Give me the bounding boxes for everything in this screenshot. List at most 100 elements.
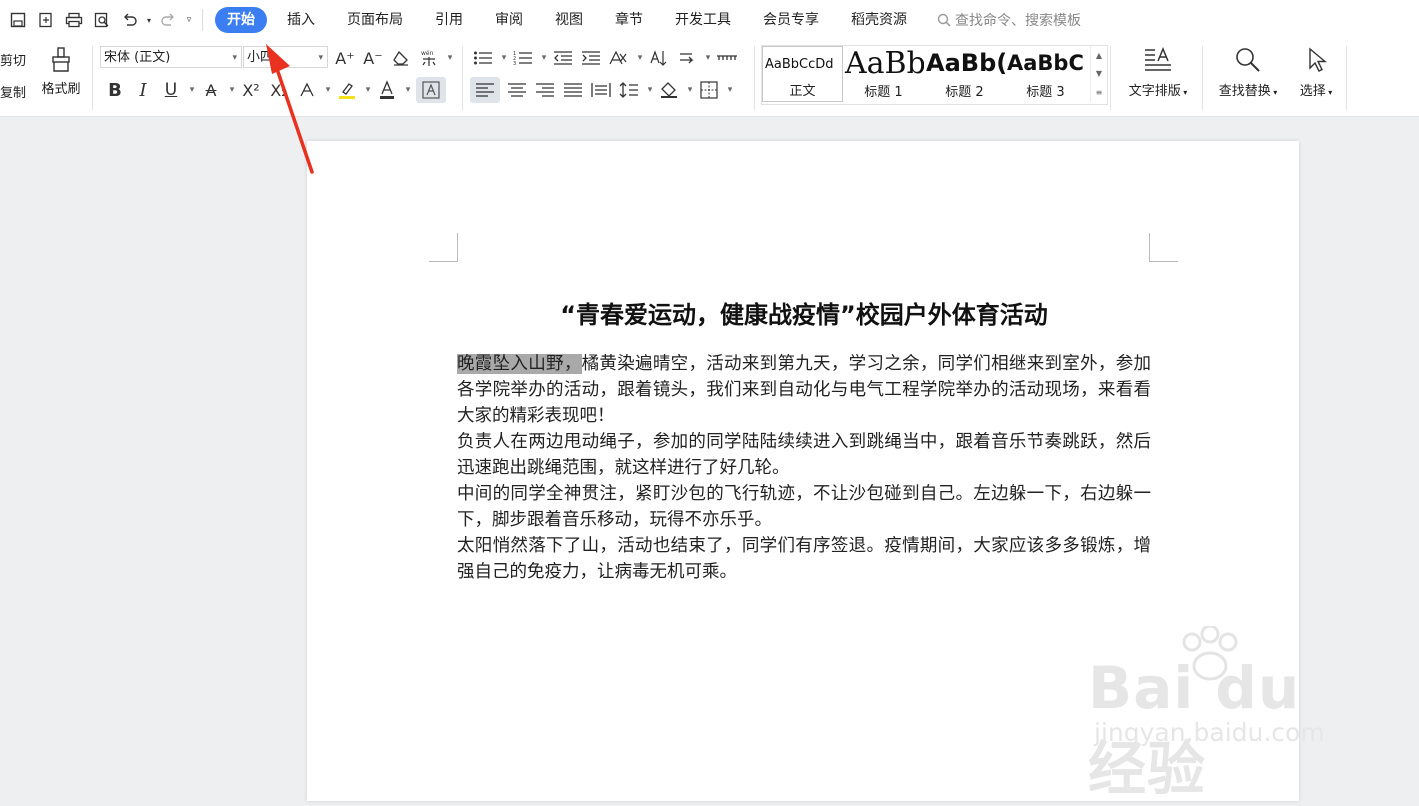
- print-icon[interactable]: [60, 6, 88, 34]
- font-color-icon[interactable]: [376, 77, 398, 103]
- select-label: 选择: [1299, 84, 1326, 99]
- tab-member[interactable]: 会员专享: [747, 7, 835, 33]
- style-heading-2[interactable]: AaBb( 标题 2: [924, 46, 1005, 102]
- tab-references[interactable]: 引用: [419, 7, 479, 33]
- style-preview: AaBb(: [926, 49, 1005, 77]
- cursor-arrow-icon: [1292, 46, 1340, 80]
- style-normal[interactable]: AaBbCcDd 正文: [762, 46, 843, 102]
- tab-developer[interactable]: 开发工具: [659, 7, 747, 33]
- chevron-down-icon[interactable]: ▾: [636, 45, 644, 71]
- chevron-down-icon: ▾: [232, 53, 237, 63]
- search-icon: [937, 13, 951, 27]
- tab-page-layout[interactable]: 页面布局: [331, 7, 419, 33]
- font-family-select[interactable]: 宋体 (正文) ▾: [100, 46, 242, 68]
- chevron-down-icon[interactable]: ▾: [500, 45, 508, 71]
- chevron-up-icon[interactable]: ▲: [1096, 51, 1102, 60]
- borders-icon[interactable]: [698, 77, 720, 103]
- document-body[interactable]: 晚霞坠入山野，橘黄染遍晴空，活动来到第九天，学习之余，同学们相继来到室外，参加各…: [457, 351, 1151, 585]
- distributed-align-icon[interactable]: [590, 77, 612, 103]
- text-direction-icon[interactable]: [608, 45, 630, 71]
- tab-docer[interactable]: 稻壳资源: [835, 7, 923, 33]
- bold-icon[interactable]: B: [104, 77, 126, 103]
- select-button[interactable]: 选择 ▾: [1292, 46, 1340, 99]
- chevron-down-icon[interactable]: ▾: [704, 45, 712, 71]
- chevron-down-icon[interactable]: ▾: [646, 77, 654, 103]
- chevron-down-icon[interactable]: ▾: [726, 77, 734, 103]
- decrease-indent-icon[interactable]: [552, 45, 574, 71]
- phonetic-guide-icon[interactable]: wén: [418, 45, 440, 71]
- group-separator: [754, 46, 755, 110]
- align-center-icon[interactable]: [506, 77, 528, 103]
- command-search[interactable]: 查找命令、搜索模板: [937, 10, 1081, 30]
- styles-scroller[interactable]: ▲ ▼ ≡: [1090, 46, 1107, 102]
- numbered-list-icon[interactable]: 123: [512, 45, 534, 71]
- save-icon[interactable]: [4, 6, 32, 34]
- group-separator: [462, 46, 463, 110]
- underline-icon[interactable]: U: [160, 77, 182, 103]
- export-pdf-icon[interactable]: [32, 6, 60, 34]
- increase-indent-icon[interactable]: [580, 45, 602, 71]
- shading-icon[interactable]: [658, 77, 680, 103]
- chevron-down-icon[interactable]: ▾: [228, 77, 236, 103]
- style-label: 标题 1: [864, 85, 903, 100]
- style-preview: AaBbC: [1007, 51, 1084, 75]
- styles-gallery: AaBbCcDd 正文 AaBb 标题 1 AaBb( 标题 2 AaBbC 标…: [761, 45, 1108, 105]
- top-bar: ▾ ▿ 开始 插入 页面布局 引用 审阅 视图 章节 开发工具 会员专享 稻壳资…: [0, 0, 1419, 40]
- customize-toolbar-icon[interactable]: ▿: [182, 6, 196, 34]
- shrink-font-icon[interactable]: A⁻: [362, 45, 384, 71]
- text-layout-button[interactable]: 文字排版 ▾: [1120, 46, 1196, 99]
- chevron-down-icon[interactable]: ▾: [188, 77, 196, 103]
- highlight-color-icon[interactable]: [336, 77, 358, 103]
- sort-icon[interactable]: [648, 45, 670, 71]
- format-painter-button[interactable]: 格式刷: [36, 46, 86, 97]
- font-family-value: 宋体 (正文): [104, 50, 171, 65]
- expand-gallery-icon[interactable]: ≡: [1096, 88, 1103, 97]
- undo-icon[interactable]: [116, 6, 144, 34]
- italic-icon[interactable]: I: [132, 77, 154, 103]
- style-label: 标题 2: [945, 85, 984, 100]
- chevron-down-icon[interactable]: ▾: [324, 77, 332, 103]
- strikethrough-icon[interactable]: A: [200, 77, 222, 103]
- line-spacing-icon[interactable]: [618, 77, 640, 103]
- align-right-icon[interactable]: [534, 77, 556, 103]
- clear-format-icon[interactable]: [390, 45, 412, 71]
- style-preview: AaBbCcDd: [765, 57, 834, 72]
- align-left-icon[interactable]: [470, 77, 500, 103]
- selected-text: 晚霞坠入山野，: [457, 354, 582, 374]
- svg-text:wén: wén: [421, 50, 434, 57]
- baidu-watermark: Bai du 经验 jingyan.baidu.com: [1088, 626, 1348, 803]
- print-preview-icon[interactable]: [88, 6, 116, 34]
- justify-icon[interactable]: [562, 77, 584, 103]
- find-replace-button[interactable]: 查找替换 ▾: [1210, 46, 1286, 99]
- character-border-icon[interactable]: [416, 77, 446, 103]
- style-heading-1[interactable]: AaBb 标题 1: [843, 46, 924, 102]
- clipboard-group: 剪切 复制: [0, 50, 26, 106]
- chevron-down-icon[interactable]: ▾: [364, 77, 372, 103]
- undo-dropdown-icon[interactable]: ▾: [144, 6, 154, 34]
- superscript-icon[interactable]: X²: [240, 77, 262, 103]
- chevron-down-icon[interactable]: ▾: [446, 45, 454, 71]
- annotation-arrow-icon: [266, 44, 314, 174]
- cut-button[interactable]: 剪切: [0, 50, 26, 74]
- tab-view[interactable]: 视图: [539, 7, 599, 33]
- watermark-url: jingyan.baidu.com: [1094, 718, 1325, 747]
- tab-review[interactable]: 审阅: [479, 7, 539, 33]
- copy-button[interactable]: 复制: [0, 82, 26, 106]
- redo-icon[interactable]: [154, 6, 182, 34]
- chevron-down-icon[interactable]: ▾: [540, 45, 548, 71]
- style-heading-3[interactable]: AaBbC 标题 3: [1005, 46, 1086, 102]
- chevron-down-icon[interactable]: ▾: [686, 77, 694, 103]
- ruler-icon[interactable]: [716, 45, 738, 71]
- chevron-down-icon[interactable]: ▾: [404, 77, 412, 103]
- chevron-down-icon[interactable]: ▼: [1096, 69, 1102, 78]
- paragraph: 晚霞坠入山野，橘黄染遍晴空，活动来到第九天，学习之余，同学们相继来到室外，参加各…: [457, 351, 1151, 429]
- find-replace-label: 查找替换: [1218, 84, 1271, 99]
- grow-font-icon[interactable]: A⁺: [334, 45, 356, 71]
- style-label: 正文: [789, 84, 816, 99]
- show-marks-icon[interactable]: [676, 45, 698, 71]
- tab-section[interactable]: 章节: [599, 7, 659, 33]
- paragraph: 中间的同学全神贯注，紧盯沙包的飞行轨迹，不让沙包碰到自己。左边躲一下，右边躲一下…: [457, 484, 1151, 530]
- bullet-list-icon[interactable]: [472, 45, 494, 71]
- quick-access-toolbar: ▾ ▿: [4, 6, 209, 34]
- toolbar-separator: [202, 9, 203, 31]
